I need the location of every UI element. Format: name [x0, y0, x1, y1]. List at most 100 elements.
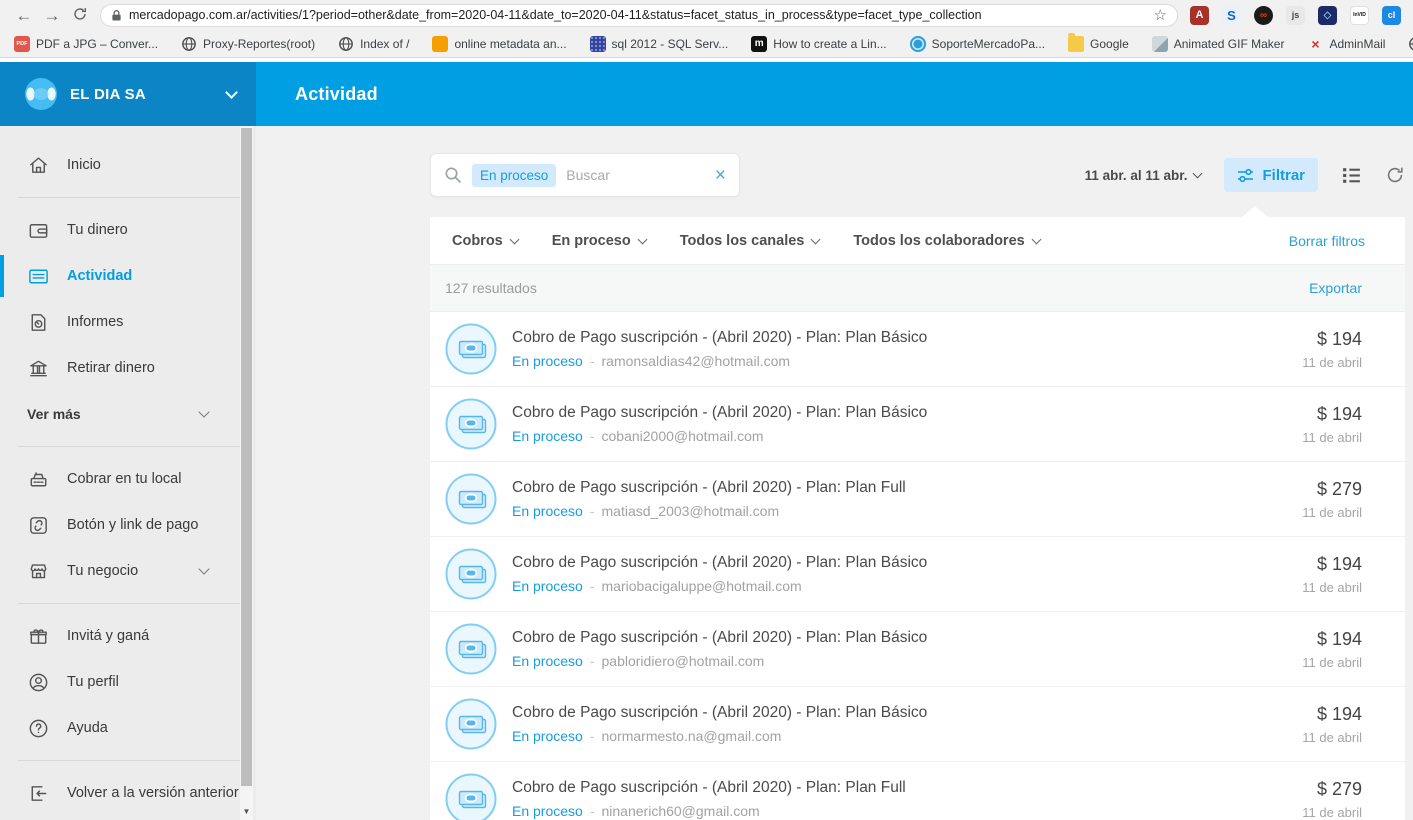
filter-dropdown-cobros[interactable]: Cobros [452, 233, 518, 249]
c-extension-icon[interactable]: cl [1382, 6, 1401, 25]
dropdown-label: Todos los canales [680, 233, 805, 249]
search-filter-chip[interactable]: En proceso [472, 164, 556, 187]
sidebar-item-boton-link-pago[interactable]: Botón y link de pago [0, 502, 256, 548]
separator: - [590, 428, 595, 444]
sidebar-item-actividad[interactable]: Actividad [0, 253, 256, 299]
sidebar-item-tu-dinero[interactable]: Tu dinero [0, 207, 256, 253]
filter-dropdown-canales[interactable]: Todos los canales [680, 233, 820, 249]
money-icon [445, 548, 497, 600]
account-name: EL DIA SA [70, 86, 146, 103]
dropdown-label: Cobros [452, 233, 503, 249]
sidebar-item-ver-mas[interactable]: Ver más [0, 391, 256, 437]
transaction-date: 11 de abril [1302, 655, 1362, 670]
transaction-date: 11 de abril [1302, 430, 1362, 445]
transactions-list: Cobro de Pago suscripción - (Abril 2020)… [430, 312, 1405, 820]
bookmark-item[interactable]: SoporteMercadoPa... [910, 36, 1045, 52]
refresh-icon[interactable] [1385, 165, 1405, 185]
lock-icon [111, 9, 122, 22]
sidebar-item-ayuda[interactable]: Ayuda [0, 705, 256, 751]
sidebar-item-invita-y-gana[interactable]: Invitá y ganá [0, 613, 256, 659]
bookmark-item[interactable]: Google [1068, 36, 1129, 52]
payer-email: mariobacigaluppe@hotmail.com [602, 578, 802, 594]
bookmark-item[interactable]: sql 2012 - SQL Serv... [590, 36, 729, 52]
filter-dropdown-estado[interactable]: En proceso [552, 233, 646, 249]
forward-icon[interactable]: → [38, 7, 66, 24]
sidebar-item-retirar-dinero[interactable]: Retirar dinero [0, 345, 256, 391]
acrobat-extension-icon[interactable]: A [1190, 6, 1209, 25]
store-icon [27, 560, 50, 583]
table-row[interactable]: Cobro de Pago suscripción - (Abril 2020)… [430, 762, 1405, 820]
transaction-title: Cobro de Pago suscripción - (Abril 2020)… [512, 554, 927, 572]
search-input[interactable]: En proceso Buscar × [430, 153, 740, 197]
chevron-down-icon [198, 406, 209, 417]
sidebar-item-cobrar-en-tu-local[interactable]: Cobrar en tu local [0, 456, 256, 502]
sidebar-item-volver-version-anterior[interactable]: Volver a la versión anterior [0, 770, 256, 816]
bookmark-item[interactable]: Animated GIF Maker [1152, 36, 1285, 52]
clear-filters-link[interactable]: Borrar filtros [1289, 233, 1365, 249]
table-row[interactable]: Cobro de Pago suscripción - (Abril 2020)… [430, 312, 1405, 387]
bookmark-item[interactable]: × NVS-2 AdminMail [1307, 36, 1385, 52]
table-row[interactable]: Cobro de Pago suscripción - (Abril 2020)… [430, 612, 1405, 687]
browser-refresh-icon[interactable] [66, 6, 94, 25]
transaction-title: Cobro de Pago suscripción - (Abril 2020)… [512, 329, 927, 347]
js-extension-icon[interactable]: js [1286, 6, 1305, 25]
sliders-icon [1237, 167, 1254, 184]
table-row[interactable]: Cobro de Pago suscripción - (Abril 2020)… [430, 537, 1405, 612]
separator: - [590, 578, 595, 594]
sidebar-item-informes[interactable]: Informes [0, 299, 256, 345]
bookmark-star-icon[interactable]: ☆ [1154, 6, 1167, 24]
filter-dropdown-colaboradores[interactable]: Todos los colaboradores [853, 233, 1039, 249]
bookmark-item[interactable]: PDF PDF a JPG – Conver... [14, 36, 158, 52]
bookmark-item[interactable]: Proxy-Reportes(root) [181, 36, 315, 52]
sidebar-item-tu-negocio[interactable]: Tu negocio [0, 548, 256, 594]
home-icon [27, 154, 50, 177]
export-link[interactable]: Exportar [1309, 280, 1362, 296]
chevron-down-icon [637, 234, 647, 244]
clear-search-icon[interactable]: × [715, 166, 726, 185]
payer-email: cobani2000@hotmail.com [602, 428, 764, 444]
amount: $ 194 [1302, 629, 1362, 650]
filter-button[interactable]: Filtrar [1224, 158, 1318, 192]
sidebar-item-tu-perfil[interactable]: Tu perfil [0, 659, 256, 705]
account-switcher[interactable]: EL DIA SA [0, 62, 256, 126]
status-badge: En proceso [512, 578, 583, 594]
gift-icon [27, 625, 50, 648]
bookmark-item[interactable]: NVS-2 [1408, 36, 1413, 52]
bookmark-item[interactable]: m How to create a Lin... [751, 36, 886, 52]
status-badge: En proceso [512, 503, 583, 519]
table-row[interactable]: Cobro de Pago suscripción - (Abril 2020)… [430, 687, 1405, 762]
s-extension-icon[interactable]: S [1222, 6, 1241, 25]
results-count: 127 resultados [445, 280, 537, 296]
avatar [24, 77, 58, 111]
invid-extension-icon[interactable]: InVID [1350, 6, 1369, 25]
table-row[interactable]: Cobro de Pago suscripción - (Abril 2020)… [430, 462, 1405, 537]
scrollbar-thumb[interactable] [241, 128, 252, 786]
table-row[interactable]: Cobro de Pago suscripción - (Abril 2020)… [430, 387, 1405, 462]
list-view-icon[interactable] [1341, 165, 1362, 186]
chevron-down-icon [198, 563, 209, 574]
sidebar-item-label: Actividad [67, 268, 132, 284]
amount: $ 279 [1302, 779, 1362, 800]
m-favicon: m [751, 36, 767, 52]
scrollbar-down-arrow[interactable]: ▼ [240, 804, 253, 818]
date-range-selector[interactable]: 11 abr. al 11 abr. [1085, 168, 1202, 183]
payer-email: ramonsaldias42@hotmail.com [602, 353, 791, 369]
chevron-down-icon [811, 234, 821, 244]
bookmark-label: online metadata an... [454, 37, 566, 51]
mask-extension-icon[interactable]: ∞ [1254, 6, 1273, 25]
sidebar-item-inicio[interactable]: Inicio [0, 142, 256, 188]
help-icon [27, 717, 50, 740]
sidebar-item-label: Volver a la versión anterior [67, 785, 239, 801]
divider [18, 760, 240, 761]
bookmark-label: SoporteMercadoPa... [932, 37, 1045, 51]
sidebar-scrollbar[interactable]: ▼ [240, 126, 253, 820]
page-header: Actividad [256, 62, 1413, 126]
sidebar-item-label: Ver más [27, 406, 81, 422]
bookmark-item[interactable]: online metadata an... [432, 36, 566, 52]
url-bar[interactable]: mercadopago.com.ar/activities/1?period=o… [100, 4, 1178, 27]
mercadopago-favicon [910, 36, 926, 52]
grid-extension-icon[interactable]: ◇ [1318, 6, 1337, 25]
back-icon[interactable]: ← [10, 7, 38, 24]
payer-email: pabloridiero@hotmail.com [602, 653, 765, 669]
bookmark-item[interactable]: Index of / [338, 36, 409, 52]
